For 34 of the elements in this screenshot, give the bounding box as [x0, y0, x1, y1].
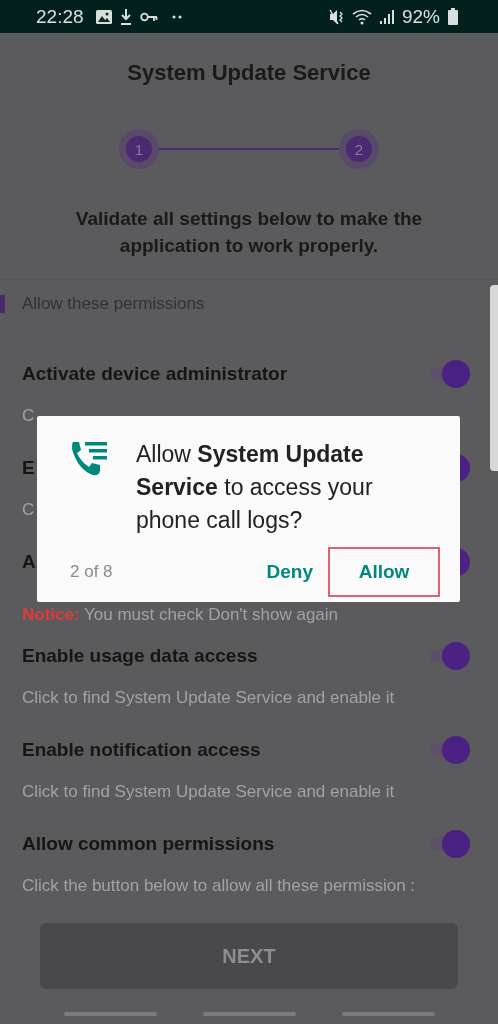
dialog-message: Allow System Update Service to access your phone call logs? [136, 440, 374, 535]
key-icon [139, 11, 158, 22]
nav-back-button[interactable] [341, 1012, 435, 1016]
image-icon [95, 9, 112, 24]
dialog-counter: 2 of 8 [70, 562, 113, 582]
signal-icon [379, 9, 394, 24]
download-icon [119, 8, 132, 25]
notice-text: You must check Don't show again [84, 605, 339, 624]
permission-description: Click the button below to allow all these permission : [22, 875, 416, 897]
vibrate-mute-icon [328, 8, 344, 25]
dialog-button[interactable]: Allow [328, 547, 440, 597]
nav-recent-button[interactable] [63, 1012, 157, 1016]
nav-home-button[interactable] [202, 1012, 296, 1016]
app-title: System Update Service [126, 59, 372, 87]
permission-title: Enable usage data access [22, 645, 258, 667]
dialog-button[interactable]: Deny [251, 547, 328, 597]
wifi-icon [351, 8, 372, 25]
permission-description: C [22, 499, 35, 521]
battery-icon [448, 8, 458, 25]
permission-title: Allow common permissions [22, 833, 275, 855]
permission-description: Click to find System Update Service and enable it [22, 781, 395, 803]
permission-description: C [22, 405, 35, 427]
permission-title: Activate device administrator [22, 363, 288, 385]
notice-label: Notice: [22, 605, 80, 624]
permission-title: A [22, 551, 36, 573]
more-notifications-icon [171, 14, 182, 19]
permission-description: Click to find System Update Service and enable it [22, 687, 395, 709]
status-time: 22:28 [36, 5, 84, 28]
instruction-text: Validate all settings below to make the application to work properly. [74, 207, 424, 258]
permission-title: E [22, 457, 35, 479]
call-log-icon [70, 440, 108, 478]
section-marker [0, 295, 5, 313]
permission-title: Enable notification access [22, 739, 261, 761]
battery-percentage: 92% [401, 5, 440, 28]
